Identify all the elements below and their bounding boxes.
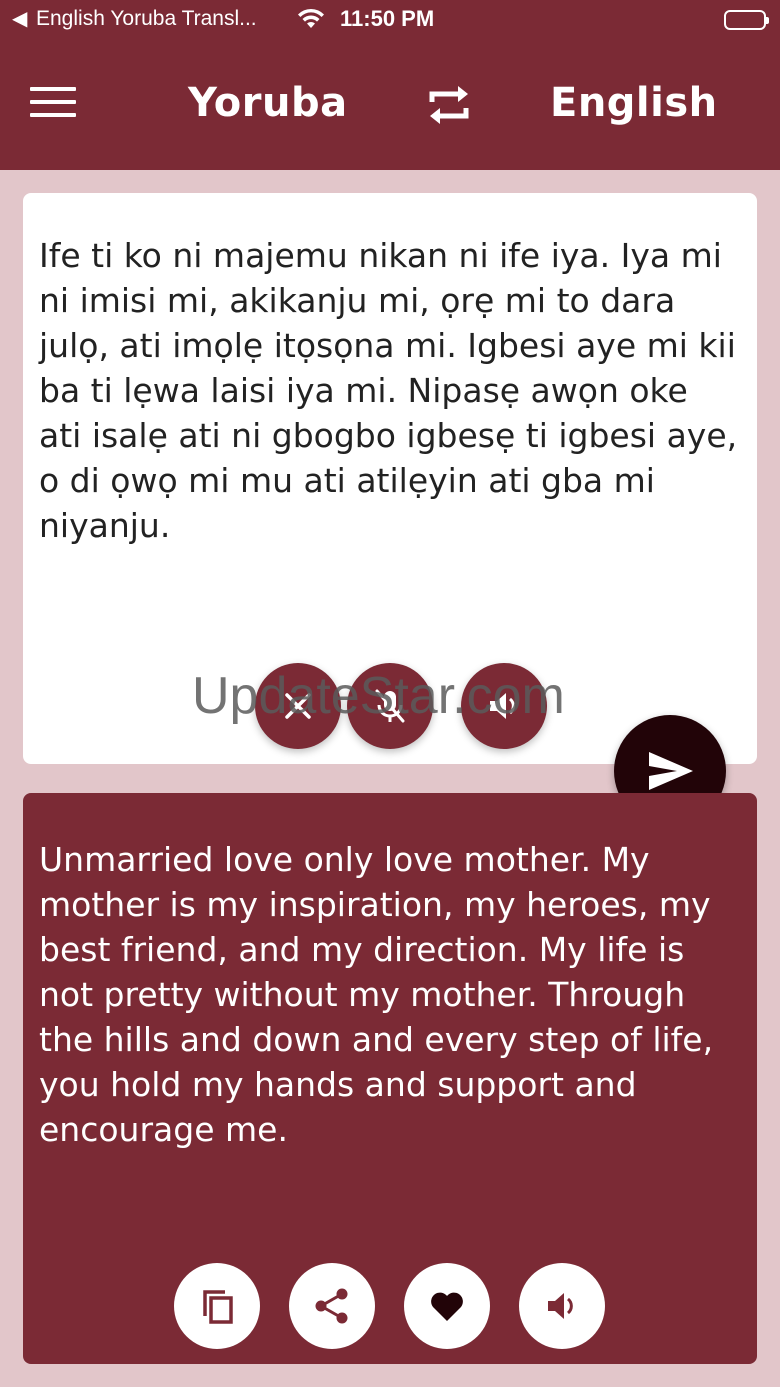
target-language-button[interactable]: English [550, 80, 718, 126]
back-app-name[interactable]: English Yoruba Transl... [36, 7, 257, 31]
copy-icon [203, 1290, 233, 1324]
translated-text: Unmarried love only love mother. My moth… [39, 840, 714, 1149]
battery-icon [724, 10, 769, 30]
speaker-icon [548, 1293, 573, 1319]
copy-button[interactable] [174, 1263, 260, 1349]
speak-input-button[interactable] [461, 663, 547, 749]
output-card: Unmarried love only love mother. My moth… [23, 793, 757, 1364]
wifi-icon [296, 8, 326, 35]
back-arrow-icon[interactable]: ◀ [12, 6, 27, 31]
speaker-icon [490, 693, 515, 719]
close-icon [285, 693, 311, 719]
input-card: Ife ti ko ni majemu nikan ni ife iya. Iy… [23, 193, 757, 764]
clear-button[interactable] [255, 663, 341, 749]
favorite-button[interactable] [404, 1263, 490, 1349]
app-bar: Yoruba English [0, 40, 780, 170]
microphone-button[interactable] [347, 663, 433, 749]
share-button[interactable] [289, 1263, 375, 1349]
share-icon [315, 1288, 348, 1324]
hamburger-menu-icon[interactable] [30, 87, 76, 121]
swap-languages-icon[interactable] [424, 80, 474, 130]
status-time: 11:50 PM [340, 6, 435, 31]
send-icon [649, 752, 693, 790]
source-language-button[interactable]: Yoruba [188, 80, 348, 126]
heart-icon [431, 1292, 463, 1321]
status-bar: ◀ English Yoruba Transl... 11:50 PM [0, 0, 780, 40]
speak-output-button[interactable] [519, 1263, 605, 1349]
microphone-off-icon [375, 689, 405, 723]
input-text-area[interactable]: Ife ti ko ni majemu nikan ni ife iya. Iy… [39, 233, 739, 548]
